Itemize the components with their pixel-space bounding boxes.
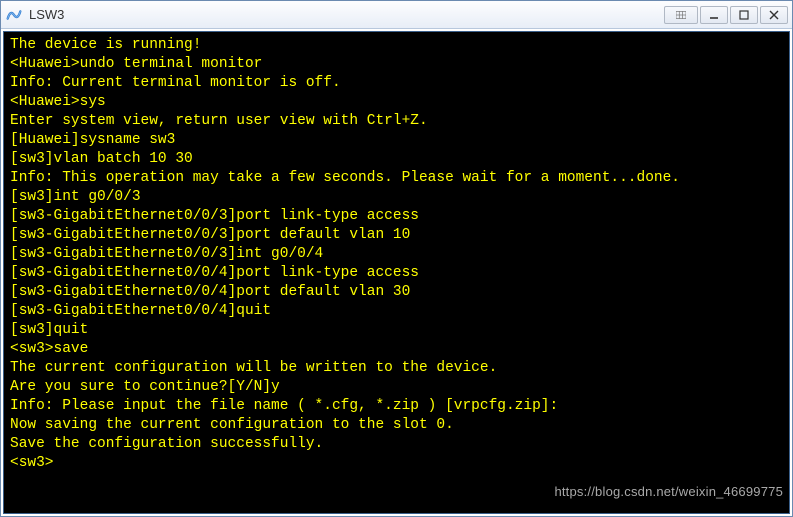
terminal-line: <Huawei>sys <box>10 93 783 112</box>
terminal-line: [sw3-GigabitEthernet0/0/4]port link-type… <box>10 264 783 283</box>
close-button[interactable] <box>760 6 788 24</box>
terminal-line: Info: Please input the file name ( *.cfg… <box>10 397 783 416</box>
terminal-line: [sw3-GigabitEthernet0/0/4]quit <box>10 302 783 321</box>
terminal-line: [sw3]quit <box>10 321 783 340</box>
menu-button[interactable] <box>664 6 698 24</box>
titlebar: LSW3 <box>1 1 792 29</box>
minimize-button[interactable] <box>700 6 728 24</box>
app-icon <box>5 6 23 24</box>
terminal-line: Enter system view, return user view with… <box>10 112 783 131</box>
terminal-line: [sw3]int g0/0/3 <box>10 188 783 207</box>
terminal-line: Are you sure to continue?[Y/N]y <box>10 378 783 397</box>
terminal-line: Info: This operation may take a few seco… <box>10 169 783 188</box>
maximize-button[interactable] <box>730 6 758 24</box>
terminal-line: [sw3]vlan batch 10 30 <box>10 150 783 169</box>
terminal-line: The current configuration will be writte… <box>10 359 783 378</box>
terminal-line: Info: Current terminal monitor is off. <box>10 74 783 93</box>
terminal-line: [sw3-GigabitEthernet0/0/4]port default v… <box>10 283 783 302</box>
terminal-line: Save the configuration successfully. <box>10 435 783 454</box>
terminal-line: The device is running! <box>10 36 783 55</box>
terminal-line: [Huawei]sysname sw3 <box>10 131 783 150</box>
terminal-line: Now saving the current configuration to … <box>10 416 783 435</box>
terminal-line: <Huawei>undo terminal monitor <box>10 55 783 74</box>
window-controls <box>664 6 788 24</box>
terminal-line: <sw3> <box>10 454 783 473</box>
terminal-line: [sw3-GigabitEthernet0/0/3]int g0/0/4 <box>10 245 783 264</box>
terminal-line: [sw3-GigabitEthernet0/0/3]port default v… <box>10 226 783 245</box>
terminal-line: <sw3>save <box>10 340 783 359</box>
terminal-output[interactable]: The device is running!<Huawei>undo termi… <box>3 31 790 514</box>
terminal-line: [sw3-GigabitEthernet0/0/3]port link-type… <box>10 207 783 226</box>
app-window: LSW3 <box>0 0 793 517</box>
window-title: LSW3 <box>29 7 64 22</box>
